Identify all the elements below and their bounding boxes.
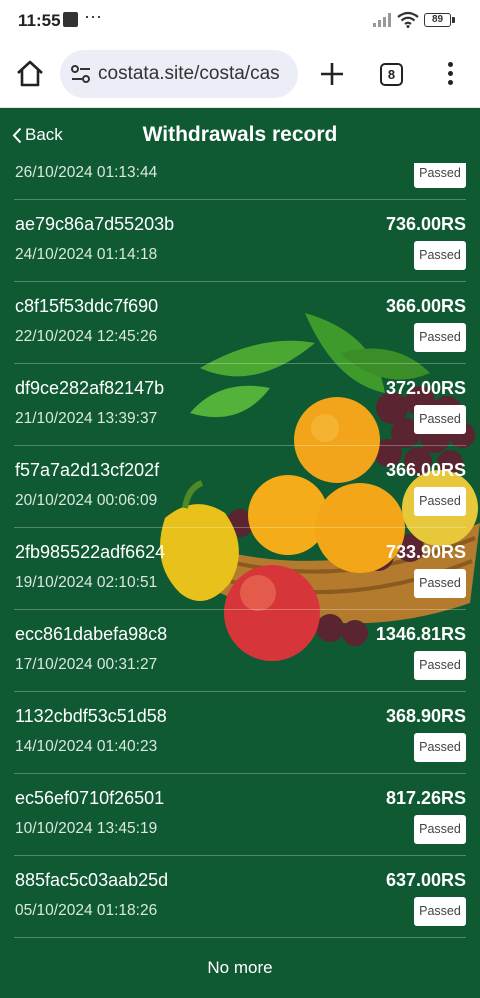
record-amount: 817.26RS xyxy=(385,788,466,808)
status-time: 11:55 xyxy=(18,11,61,30)
record-date: 17/10/2024 00:31:27 xyxy=(15,656,158,673)
list-item[interactable]: 2fb985522adf6624 19/10/2024 02:10:51 733… xyxy=(14,528,466,610)
status-badge: Passed xyxy=(414,733,466,762)
list-item[interactable]: ec56ef0710f26501 10/10/2024 13:45:19 817… xyxy=(14,774,466,856)
record-id: 2fb985522adf6624 xyxy=(15,542,166,562)
list-item[interactable]: 885fac5c03aab25d 05/10/2024 01:18:26 637… xyxy=(14,856,466,938)
record-date: 05/10/2024 01:18:26 xyxy=(15,902,158,919)
battery-icon: 89 xyxy=(424,13,455,27)
record-id: df9ce282af82147b xyxy=(15,378,165,398)
record-id: ecc861dabefa98c8 xyxy=(15,624,168,644)
record-date: 21/10/2024 13:39:37 xyxy=(15,410,158,427)
status-badge: Passed xyxy=(414,569,466,598)
signal-icon xyxy=(373,13,391,27)
record-date: 26/10/2024 01:13:44 xyxy=(15,164,158,181)
record-amount: 1346.81RS xyxy=(375,624,466,644)
status-badge: Passed xyxy=(414,241,466,270)
record-id: ec56ef0710f26501 xyxy=(15,788,165,808)
more-notifications-icon: ⋯ xyxy=(84,7,103,27)
record-amount: 372.00RS xyxy=(385,378,466,398)
record-amount: 368.90RS xyxy=(385,706,466,726)
withdrawals-list[interactable]: 26/10/2024 01:13:44 Passed ae79c86a7d552… xyxy=(0,163,480,998)
record-amount: 366.00RS xyxy=(385,296,466,316)
home-icon[interactable] xyxy=(14,58,46,90)
records-container: 26/10/2024 01:13:44 Passed ae79c86a7d552… xyxy=(0,163,480,998)
list-item[interactable]: f57a7a2d13cf202f 20/10/2024 00:06:09 366… xyxy=(14,446,466,528)
notification-icon xyxy=(63,12,78,27)
record-id: 885fac5c03aab25d xyxy=(15,870,169,890)
record-date: 10/10/2024 13:45:19 xyxy=(15,820,158,837)
record-date: 19/10/2024 02:10:51 xyxy=(15,574,158,591)
wifi-icon xyxy=(397,11,419,28)
record-id: c8f15f53ddc7f690 xyxy=(15,296,159,316)
url-text: costata.site/costa/cas xyxy=(98,63,280,84)
list-item[interactable]: 26/10/2024 01:13:44 Passed xyxy=(14,163,466,200)
record-id: 1132cbdf53c51d58 xyxy=(15,706,167,726)
app-header: Back Withdrawals record xyxy=(0,109,480,163)
record-id: ae79c86a7d55203b xyxy=(15,214,175,234)
record-amount: 366.00RS xyxy=(385,460,466,480)
record-date: 24/10/2024 01:14:18 xyxy=(15,246,158,263)
status-badge: Passed xyxy=(414,163,466,188)
tab-switcher-button[interactable]: 8 xyxy=(380,63,403,86)
record-amount: 637.00RS xyxy=(385,870,466,890)
record-id: f57a7a2d13cf202f xyxy=(15,460,160,480)
status-bar: 11:55 ⋯ 89 xyxy=(0,0,480,40)
record-date: 20/10/2024 00:06:09 xyxy=(15,492,158,509)
page-title: Withdrawals record xyxy=(142,123,338,146)
status-badge: Passed xyxy=(414,651,466,680)
list-item[interactable]: 1132cbdf53c51d58 14/10/2024 01:40:23 368… xyxy=(14,692,466,774)
status-badge: Passed xyxy=(414,815,466,844)
address-bar[interactable]: costata.site/costa/cas xyxy=(60,50,298,98)
no-more-label: No more xyxy=(207,958,273,977)
list-item[interactable]: ecc861dabefa98c8 17/10/2024 00:31:27 134… xyxy=(14,610,466,692)
new-tab-icon[interactable] xyxy=(318,60,346,88)
browser-toolbar: costata.site/costa/cas 8 xyxy=(0,40,480,108)
list-item[interactable]: ae79c86a7d55203b 24/10/2024 01:14:18 736… xyxy=(14,200,466,282)
record-amount: 733.90RS xyxy=(385,542,466,562)
list-item[interactable]: c8f15f53ddc7f690 22/10/2024 12:45:26 366… xyxy=(14,282,466,364)
record-date: 22/10/2024 12:45:26 xyxy=(15,328,158,345)
record-amount: 736.00RS xyxy=(385,214,466,234)
status-badge: Passed xyxy=(414,323,466,352)
record-date: 14/10/2024 01:40:23 xyxy=(15,738,158,755)
status-badge: Passed xyxy=(414,487,466,516)
status-badge: Passed xyxy=(414,897,466,926)
site-settings-icon[interactable] xyxy=(70,64,92,84)
list-item[interactable]: df9ce282af82147b 21/10/2024 13:39:37 372… xyxy=(14,364,466,446)
status-badge: Passed xyxy=(414,405,466,434)
more-options-icon[interactable] xyxy=(440,60,460,88)
